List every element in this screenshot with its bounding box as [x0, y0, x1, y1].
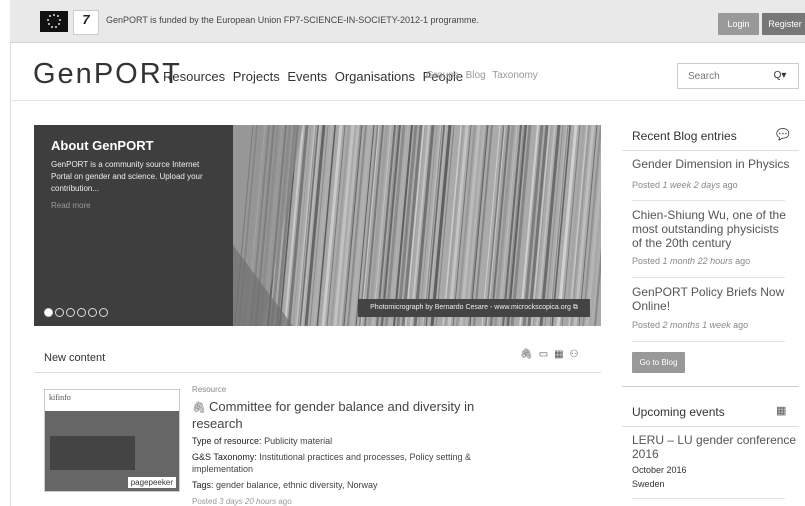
fp7-logo: 7 [73, 10, 99, 35]
blog-entry-title[interactable]: GenPORT Policy Briefs Now Online! [632, 285, 792, 313]
blog-entry-posted: Posted 1 week 2 days ago [632, 180, 738, 190]
events-divider [622, 426, 799, 427]
item-title[interactable]: 🖇 Committee for gender balance and diver… [192, 399, 492, 431]
blog-divider [622, 150, 799, 151]
paperclip-icon[interactable]: 🖇 [520, 349, 533, 360]
eu-flag-icon [40, 11, 68, 32]
entry-divider [632, 498, 785, 499]
resource-thumbnail[interactable]: kifinfo pagepeeker [44, 389, 180, 492]
sub-nav: Groups Blog Taxonomy [426, 70, 542, 81]
main-nav: Resources Projects Events Organisations … [163, 69, 467, 84]
nav-item-projects[interactable]: Projects [233, 69, 280, 84]
upcoming-events-title: Upcoming events [632, 405, 725, 419]
thumb-brand: kifinfo [49, 393, 71, 402]
nav-item-organisations[interactable]: Organisations [335, 69, 415, 84]
nav-item-taxonomy[interactable]: Taxonomy [492, 70, 538, 81]
slider-dot[interactable] [88, 308, 97, 317]
search-button[interactable]: Q▾ [762, 63, 799, 89]
sidebar-section-divider [622, 386, 799, 387]
pagepeeker-badge: pagepeeker [127, 477, 176, 488]
slider-dot[interactable] [99, 308, 108, 317]
entry-divider [632, 200, 785, 201]
blog-entry-posted: Posted 2 months 1 week ago [632, 320, 749, 330]
search-box [677, 63, 763, 89]
nav-item-events[interactable]: Events [287, 69, 327, 84]
slide-text: GenPORT is a community source Internet P… [51, 160, 203, 193]
slide-photomicrograph [233, 125, 601, 326]
slider-dot[interactable] [66, 308, 75, 317]
thumb-overlay [50, 436, 135, 470]
paperclip-icon: 🖇 [192, 402, 210, 414]
nav-item-resources[interactable]: Resources [163, 69, 225, 84]
register-button[interactable]: Register [762, 13, 805, 35]
site-logo[interactable]: GenPORT [33, 58, 182, 91]
external-link-icon: ⧉ [572, 304, 578, 311]
slide-info-panel: About GenPORT GenPORT is a community sou… [34, 125, 233, 326]
nav-item-blog[interactable]: Blog [466, 70, 486, 81]
taxonomy-label: G&S Taxonomy: [192, 452, 257, 462]
hero-slider[interactable]: About GenPORT GenPORT is a community sou… [34, 125, 601, 326]
type-value[interactable]: Publicity material [264, 436, 332, 446]
blog-entry-title[interactable]: Gender Dimension in Physics [632, 157, 792, 171]
comment-icon: 💬 [776, 129, 790, 141]
slider-dot[interactable] [77, 308, 86, 317]
slide-caption[interactable]: Photomicrograph by Bernardo Cesare - www… [358, 299, 590, 317]
page-left-border [10, 42, 11, 506]
search-input[interactable] [686, 64, 762, 88]
entry-divider [632, 341, 785, 342]
caption-text: Photomicrograph by Bernardo Cesare - www… [370, 304, 571, 311]
item-taxonomy-row: G&S Taxonomy: Institutional practices an… [192, 451, 512, 475]
new-content-title: New content [44, 352, 106, 364]
funding-notice: GenPORT is funded by the European Union … [106, 15, 480, 25]
item-category: Resource [192, 385, 227, 394]
tags-value[interactable]: gender balance, ethnic diversity, Norway [216, 480, 377, 490]
recent-blog-title: Recent Blog entries [632, 129, 737, 143]
go-to-blog-button[interactable]: Go to Blog [632, 352, 685, 373]
event-title[interactable]: LERU – LU gender conference 2016 [632, 433, 797, 461]
item-title-text[interactable]: Committee for gender balance and diversi… [192, 399, 474, 431]
read-more-link[interactable]: Read more [51, 201, 91, 210]
item-type-row: Type of resource: Publicity material [192, 436, 332, 446]
login-button[interactable]: Login [718, 13, 759, 35]
type-label: Type of resource: [192, 436, 262, 446]
calendar-icon: ▦ [776, 405, 787, 417]
item-tags-row: Tags: gender balance, ethnic diversity, … [192, 480, 377, 490]
tags-label: Tags: [192, 480, 214, 490]
event-date: October 2016 [632, 465, 687, 475]
slider-dot[interactable] [44, 308, 53, 317]
book-icon[interactable]: ▭ [539, 349, 548, 360]
slide-title[interactable]: About GenPORT [51, 138, 154, 153]
slider-dot[interactable] [55, 308, 64, 317]
funding-bar: 7 GenPORT is funded by the European Unio… [10, 0, 805, 43]
header-divider [10, 100, 805, 101]
people-icon[interactable]: ⚇ [570, 349, 579, 360]
item-posted: Posted 3 days 20 hours ago [192, 497, 292, 506]
calendar-icon[interactable]: ▦ [554, 349, 563, 360]
event-place: Sweden [632, 479, 665, 489]
new-content-divider [34, 372, 601, 373]
blog-entry-title[interactable]: Chien-Shiung Wu, one of the most outstan… [632, 208, 792, 250]
slider-pager [44, 304, 110, 322]
content-filter-icons: 🖇 ▭ ▦ ⚇ [520, 349, 585, 360]
photomicrograph-image [233, 125, 601, 326]
blog-entry-posted: Posted 1 month 22 hours ago [632, 256, 751, 266]
nav-item-groups[interactable]: Groups [426, 70, 459, 81]
entry-divider [632, 277, 785, 278]
